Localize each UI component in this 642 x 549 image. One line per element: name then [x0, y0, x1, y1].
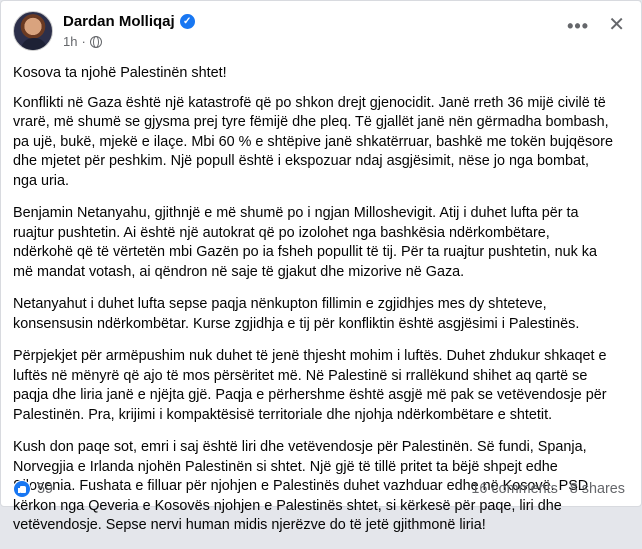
post-paragraph: Konflikti në Gaza është një katastrofë q… — [13, 94, 613, 189]
post-header: Dardan Molliqaj ✓ 1h · ••• ✕ — [13, 11, 629, 53]
post-text: Kosova ta njohë Palestinën shtet! Konfli… — [13, 64, 613, 549]
more-options-button[interactable]: ••• — [567, 17, 589, 35]
like-icon — [13, 480, 31, 498]
post-paragraph: Netanyahut i duhet lufta sepse paqja nën… — [13, 296, 580, 332]
reaction-summary[interactable]: 59 — [13, 480, 53, 498]
post-meta: 1h · — [63, 34, 102, 49]
post-timestamp[interactable]: 1h — [63, 34, 77, 49]
post-paragraph: Benjamin Netanyahu, gjithnjë e më shumë … — [13, 205, 597, 280]
globe-icon — [89, 35, 102, 48]
close-icon[interactable]: ✕ — [608, 15, 625, 35]
like-count[interactable]: 59 — [37, 481, 53, 497]
post-paragraph: Përpjekjet për armëpushim nuk duhet të j… — [13, 348, 607, 423]
comments-count[interactable]: 16 comments — [471, 481, 557, 497]
author-name[interactable]: Dardan Molliqaj — [63, 13, 175, 30]
post-paragraph: Kosova ta njohë Palestinën shtet! — [13, 65, 227, 81]
engagement-counts: 16 comments 8 shares — [471, 481, 625, 497]
shares-count[interactable]: 8 shares — [570, 481, 625, 497]
post-card: Dardan Molliqaj ✓ 1h · ••• ✕ Kosova ta n… — [0, 0, 642, 533]
meta-separator: · — [81, 34, 86, 49]
verified-badge-icon: ✓ — [179, 14, 195, 29]
avatar[interactable] — [13, 11, 53, 51]
reactions-bar: 59 16 comments 8 shares — [13, 478, 625, 500]
author-line: Dardan Molliqaj ✓ — [63, 13, 195, 30]
